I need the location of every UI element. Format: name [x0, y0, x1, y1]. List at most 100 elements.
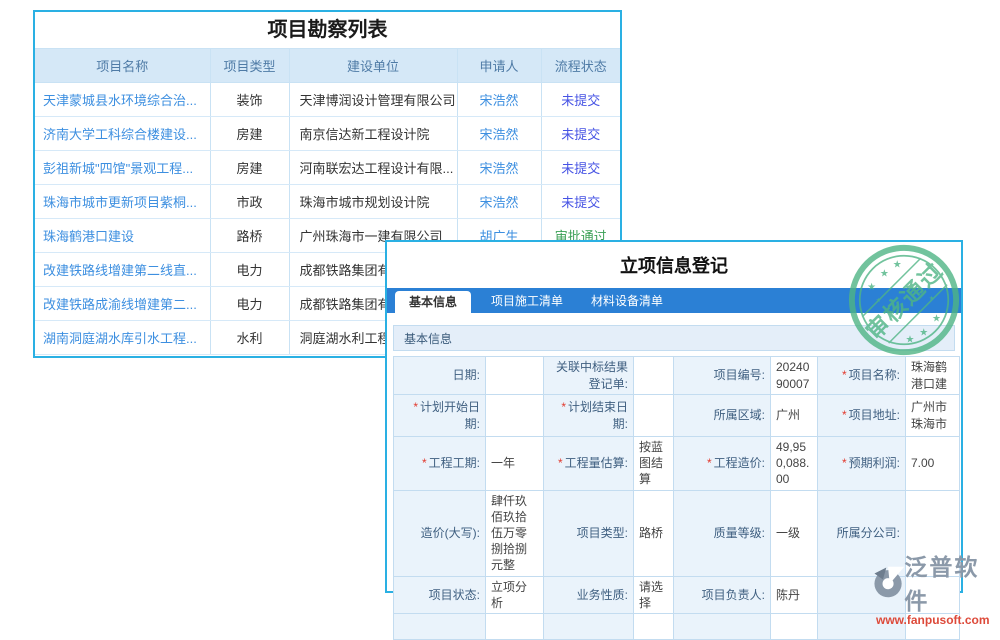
- required-asterisk: *: [561, 400, 566, 414]
- field-label-empty: [544, 613, 634, 639]
- field-label-quality-grade: *质量等级:: [674, 490, 771, 576]
- field-label-expected-profit: *预期利润:: [818, 437, 906, 491]
- required-asterisk: *: [558, 456, 563, 470]
- field-value-bid-result[interactable]: [634, 357, 674, 395]
- field-value-empty[interactable]: [486, 613, 544, 639]
- field-label-project-address: *项目地址:: [818, 395, 906, 437]
- column-header-flow-status: 流程状态: [541, 49, 620, 83]
- table-row: 珠海市城市更新项目紫桐... 市政 珠海市城市规划设计院 宋浩然 未提交: [35, 185, 620, 219]
- column-header-project-type: 项目类型: [210, 49, 289, 83]
- construction-unit: 天津博润设计管理有限公司: [289, 83, 457, 117]
- form-title: 立项信息登记: [387, 242, 961, 288]
- field-label-empty: [674, 613, 771, 639]
- form-row: *计划开始日期: *计划结束日期: *所属区域: 广州 *项目地址: 广州市珠海…: [394, 395, 960, 437]
- status-badge[interactable]: 未提交: [541, 185, 620, 219]
- field-value-project-cost[interactable]: 49,950,088.00: [771, 437, 818, 491]
- tab-construction-list[interactable]: 项目施工清单: [477, 290, 577, 313]
- construction-unit: 珠海市城市规划设计院: [289, 185, 457, 219]
- table-header-row: 项目名称 项目类型 建设单位 申请人 流程状态: [35, 49, 620, 83]
- vendor-url: www.fanpusoft.com: [870, 613, 1000, 627]
- project-type: 房建: [210, 151, 289, 185]
- required-asterisk: *: [422, 456, 427, 470]
- field-label-duration: *工程工期:: [394, 437, 486, 491]
- table-row: 彭祖新城"四馆"景观工程... 房建 河南联宏达工程设计有限... 宋浩然 未提…: [35, 151, 620, 185]
- project-type: 房建: [210, 117, 289, 151]
- field-value-project-manager[interactable]: 陈丹: [771, 576, 818, 613]
- required-asterisk: *: [842, 368, 847, 382]
- tab-material-equipment-list[interactable]: 材料设备清单: [577, 290, 677, 313]
- field-value-expected-profit[interactable]: 7.00: [906, 437, 960, 491]
- field-value-plan-start[interactable]: [486, 395, 544, 437]
- construction-unit: 河南联宏达工程设计有限...: [289, 151, 457, 185]
- required-asterisk: *: [413, 400, 418, 414]
- field-value-duration[interactable]: 一年: [486, 437, 544, 491]
- status-badge[interactable]: 未提交: [541, 83, 620, 117]
- vendor-name: 泛普软件: [904, 548, 1000, 616]
- form-row: *工程工期: 一年 *工程量估算: 按蓝图结算 *工程造价: 49,950,08…: [394, 437, 960, 491]
- project-name-link[interactable]: 彭祖新城"四馆"景观工程...: [35, 151, 210, 185]
- project-name-link[interactable]: 珠海市城市更新项目紫桐...: [35, 185, 210, 219]
- required-asterisk: *: [707, 456, 712, 470]
- project-name-link[interactable]: 改建铁路线增建第二线直...: [35, 253, 210, 287]
- project-type: 电力: [210, 287, 289, 321]
- applicant-link[interactable]: 宋浩然: [457, 117, 541, 151]
- field-label-empty: [394, 613, 486, 639]
- project-type: 市政: [210, 185, 289, 219]
- field-label-project-manager: *项目负责人:: [674, 576, 771, 613]
- field-value-project-type[interactable]: 路桥: [634, 490, 674, 576]
- field-label-quantity-estimate: *工程量估算:: [544, 437, 634, 491]
- status-badge[interactable]: 未提交: [541, 117, 620, 151]
- column-header-construction-unit: 建设单位: [289, 49, 457, 83]
- field-value-quality-grade[interactable]: 一级: [771, 490, 818, 576]
- applicant-link[interactable]: 宋浩然: [457, 151, 541, 185]
- project-type: 电力: [210, 253, 289, 287]
- field-value-business-nature[interactable]: 请选择: [634, 576, 674, 613]
- field-label-project-no: *项目编号:: [674, 357, 771, 395]
- project-name-link[interactable]: 天津蒙城县水环境综合治...: [35, 83, 210, 117]
- construction-unit: 南京信达新工程设计院: [289, 117, 457, 151]
- project-type: 装饰: [210, 83, 289, 117]
- field-value-region[interactable]: 广州: [771, 395, 818, 437]
- field-value-quantity-estimate[interactable]: 按蓝图结算: [634, 437, 674, 491]
- field-value-date[interactable]: [486, 357, 544, 395]
- field-label-project-name: *项目名称:: [818, 357, 906, 395]
- required-asterisk: *: [842, 408, 847, 422]
- tab-basic-info[interactable]: 基本信息: [395, 291, 471, 313]
- field-value-empty[interactable]: [634, 613, 674, 639]
- project-type: 水利: [210, 321, 289, 355]
- project-name-link[interactable]: 改建铁路成渝线增建第二...: [35, 287, 210, 321]
- project-name-link[interactable]: 湖南洞庭湖水库引水工程...: [35, 321, 210, 355]
- field-label-region: *所属区域:: [674, 395, 771, 437]
- page-title: 项目勘察列表: [35, 12, 620, 48]
- field-label-business-nature: *业务性质:: [544, 576, 634, 613]
- field-value-project-no[interactable]: 2024090007: [771, 357, 818, 395]
- project-type: 路桥: [210, 219, 289, 253]
- field-value-empty[interactable]: [771, 613, 818, 639]
- field-label-project-cost: *工程造价:: [674, 437, 771, 491]
- form-row: *日期: *关联中标结果登记单: *项目编号: 2024090007 *项目名称…: [394, 357, 960, 395]
- field-value-cost-in-words[interactable]: 肆仟玖佰玖拾伍万零捌拾捌元整: [486, 490, 544, 576]
- required-asterisk: *: [842, 456, 847, 470]
- project-name-link[interactable]: 珠海鹤港口建设: [35, 219, 210, 253]
- field-label-bid-result: *关联中标结果登记单:: [544, 357, 634, 395]
- applicant-link[interactable]: 宋浩然: [457, 83, 541, 117]
- section-header-basic-info: 基本信息: [393, 325, 955, 351]
- fanpu-logo-icon: [870, 565, 904, 599]
- field-label-plan-start: *计划开始日期:: [394, 395, 486, 437]
- field-value-plan-end[interactable]: [634, 395, 674, 437]
- column-header-project-name: 项目名称: [35, 49, 210, 83]
- field-label-plan-end: *计划结束日期:: [544, 395, 634, 437]
- field-label-project-status: *项目状态:: [394, 576, 486, 613]
- status-badge[interactable]: 未提交: [541, 151, 620, 185]
- field-value-project-name[interactable]: 珠海鹤港口建: [906, 357, 960, 395]
- field-label-cost-in-words: *造价(大写):: [394, 490, 486, 576]
- applicant-link[interactable]: 宋浩然: [457, 185, 541, 219]
- field-label-project-type: *项目类型:: [544, 490, 634, 576]
- table-row: 天津蒙城县水环境综合治... 装饰 天津博润设计管理有限公司 宋浩然 未提交: [35, 83, 620, 117]
- project-name-link[interactable]: 济南大学工科综合楼建设...: [35, 117, 210, 151]
- field-label-date: *日期:: [394, 357, 486, 395]
- table-row: 济南大学工科综合楼建设... 房建 南京信达新工程设计院 宋浩然 未提交: [35, 117, 620, 151]
- field-value-project-status[interactable]: 立项分析: [486, 576, 544, 613]
- column-header-applicant: 申请人: [457, 49, 541, 83]
- field-value-project-address[interactable]: 广州市珠海市: [906, 395, 960, 437]
